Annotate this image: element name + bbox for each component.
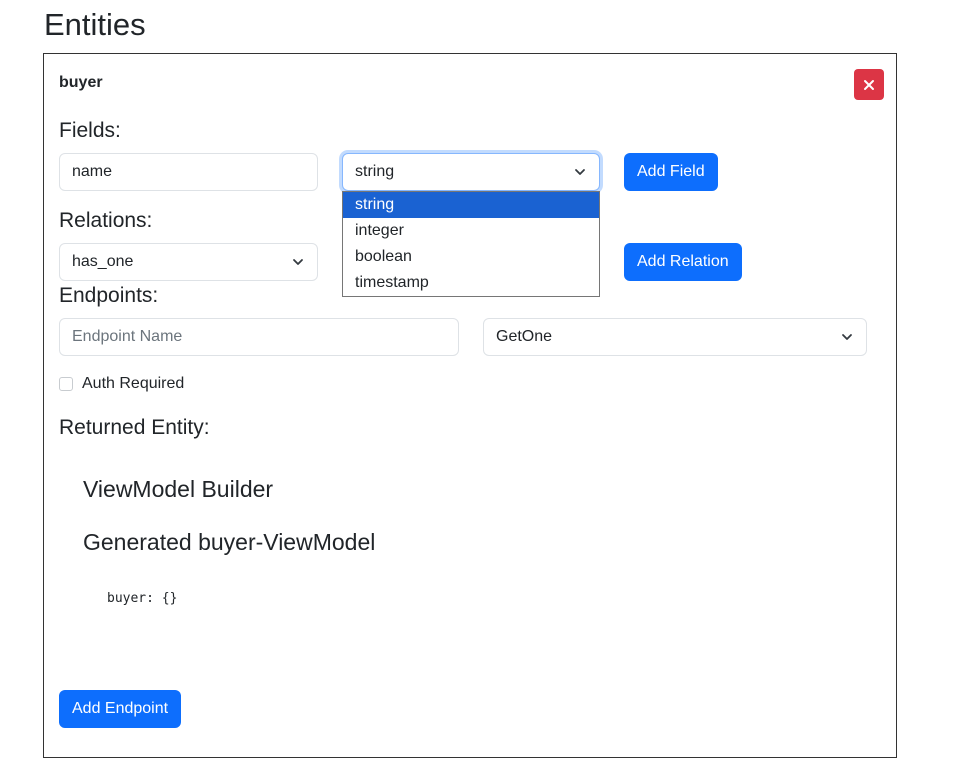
add-field-button[interactable]: Add Field [624, 153, 718, 191]
page-title: Entities [44, 7, 146, 42]
entity-card: buyer Fields: string Add Field string in… [43, 53, 897, 758]
fields-label: Fields: [59, 119, 121, 142]
auth-required-label[interactable]: Auth Required [82, 375, 184, 393]
chevron-down-icon [842, 334, 852, 340]
auth-required-checkbox[interactable] [59, 377, 73, 391]
field-name-input[interactable] [59, 153, 318, 191]
chevron-down-icon [575, 169, 585, 175]
relation-type-selected: has_one [72, 253, 134, 270]
generated-viewmodel-title: Generated buyer-ViewModel [83, 529, 376, 555]
returned-entity-label: Returned Entity: [59, 416, 210, 439]
field-type-select[interactable]: string [342, 153, 600, 191]
endpoints-label: Endpoints: [59, 284, 159, 307]
field-type-option-boolean[interactable]: boolean [343, 244, 599, 270]
endpoint-method-select[interactable]: GetOne [483, 318, 867, 356]
close-icon [864, 79, 874, 90]
viewmodel-builder-title: ViewModel Builder [83, 476, 274, 502]
field-type-option-string[interactable]: string [343, 192, 599, 218]
field-type-option-timestamp[interactable]: timestamp [343, 270, 599, 296]
chevron-down-icon [293, 259, 303, 265]
field-type-selected: string [355, 163, 395, 180]
relations-label: Relations: [59, 209, 153, 232]
relation-type-select[interactable]: has_one [59, 243, 318, 281]
remove-entity-button[interactable] [854, 69, 884, 100]
field-type-option-integer[interactable]: integer [343, 218, 599, 244]
field-type-dropdown: string integer boolean timestamp [342, 191, 600, 297]
endpoint-method-selected: GetOne [496, 328, 553, 345]
add-relation-button[interactable]: Add Relation [624, 243, 742, 281]
entity-name: buyer [59, 74, 103, 91]
auth-required-row: Auth Required [59, 375, 184, 393]
add-endpoint-button[interactable]: Add Endpoint [59, 690, 182, 728]
endpoint-name-input[interactable] [59, 318, 459, 356]
generated-viewmodel-code: buyer: {} [107, 591, 178, 606]
